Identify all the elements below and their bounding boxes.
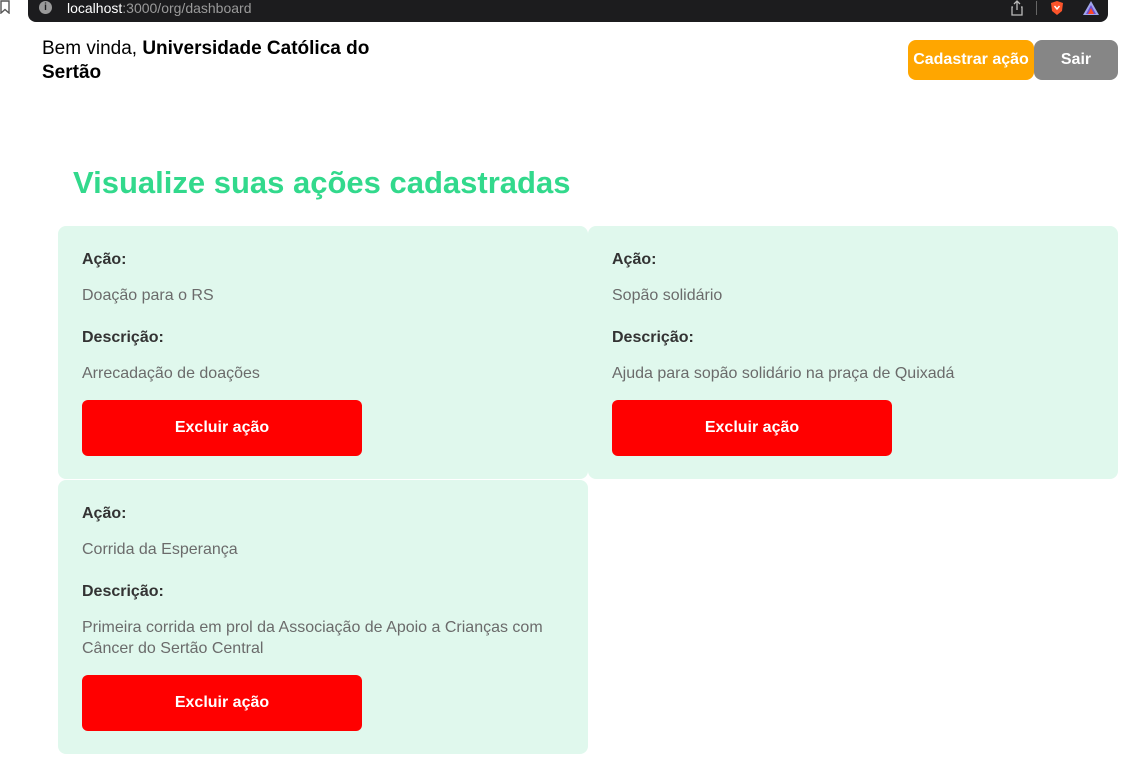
share-icon[interactable] bbox=[1010, 0, 1024, 16]
action-name: Corrida da Esperança bbox=[82, 541, 238, 558]
action-description: Ajuda para sopão solidário na praça de Q… bbox=[612, 365, 955, 382]
action-card: Ação: Doação para o RS Descrição: Arreca… bbox=[58, 226, 588, 479]
browser-toolbar: i localhost:3000/org/dashboard bbox=[0, 0, 1142, 28]
delete-action-button[interactable]: Excluir ação bbox=[82, 400, 362, 456]
url-host: localhost bbox=[67, 0, 123, 16]
logout-button[interactable]: Sair bbox=[1034, 40, 1118, 80]
brave-rewards-icon[interactable] bbox=[1082, 0, 1100, 16]
toolbar-divider bbox=[1036, 1, 1037, 15]
url-path: :3000/org/dashboard bbox=[122, 0, 252, 16]
address-bar[interactable]: i localhost:3000/org/dashboard bbox=[28, 0, 1108, 22]
bookmark-icon[interactable] bbox=[0, 0, 12, 16]
description-label: Descrição: bbox=[82, 583, 164, 600]
action-name: Sopão solidário bbox=[612, 287, 723, 304]
action-card: Ação: Corrida da Esperança Descrição: Pr… bbox=[58, 480, 588, 754]
action-label: Ação: bbox=[612, 251, 657, 268]
delete-action-button[interactable]: Excluir ação bbox=[82, 675, 362, 731]
brave-shield-icon[interactable] bbox=[1049, 0, 1065, 16]
delete-action-button[interactable]: Excluir ação bbox=[612, 400, 892, 456]
description-label: Descrição: bbox=[82, 329, 164, 346]
action-label: Ação: bbox=[82, 505, 127, 522]
action-name: Doação para o RS bbox=[82, 287, 214, 304]
description-label: Descrição: bbox=[612, 329, 694, 346]
greeting-text: Bem vinda, bbox=[42, 38, 138, 59]
action-description: Arrecadação de doações bbox=[82, 365, 260, 382]
action-card: Ação: Sopão solidário Descrição: Ajuda p… bbox=[588, 226, 1118, 479]
site-info-icon[interactable]: i bbox=[39, 1, 52, 14]
action-label: Ação: bbox=[82, 251, 127, 268]
page-title: Visualize suas ações cadastradas bbox=[73, 165, 571, 200]
welcome-message: Bem vinda, Universidade Católica do Sert… bbox=[42, 37, 402, 85]
action-description: Primeira corrida em prol da Associação d… bbox=[82, 619, 543, 657]
address-url[interactable]: localhost:3000/org/dashboard bbox=[67, 0, 251, 16]
register-action-button[interactable]: Cadastrar ação bbox=[908, 40, 1034, 80]
